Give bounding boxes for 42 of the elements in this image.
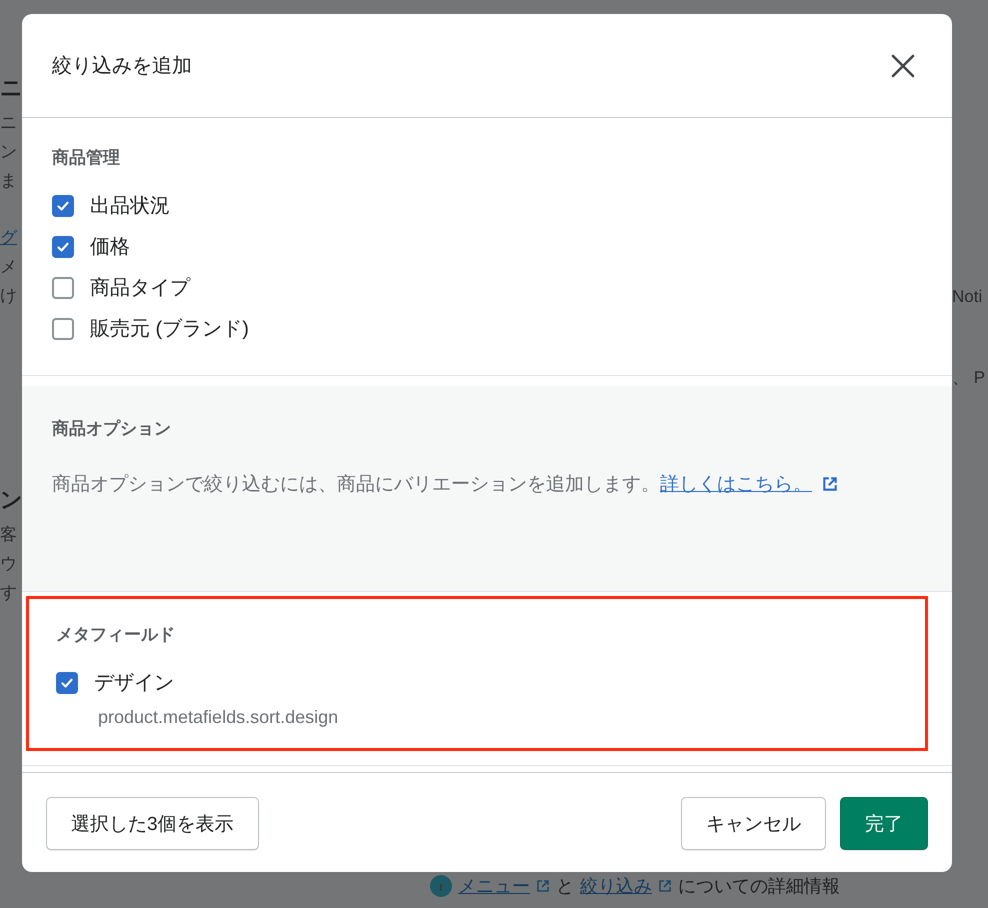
checkbox-label[interactable]: 商品タイプ <box>90 274 190 301</box>
external-link-icon <box>658 879 672 893</box>
section-heading: メタフィールド <box>56 624 176 646</box>
external-link-icon <box>536 879 550 893</box>
section-description: 商品オプションで絞り込むには、商品にバリエーションを追加します。詳しくはこちら。 <box>52 470 922 500</box>
dialog-title: 絞り込みを追加 <box>52 54 192 79</box>
info-icon <box>430 875 452 897</box>
show-selected-button[interactable]: 選択した3個を表示 <box>46 797 259 850</box>
checkbox[interactable] <box>56 672 78 694</box>
page-text: と <box>556 875 574 898</box>
page-text: メ <box>0 256 18 278</box>
page-text: 、 P <box>952 367 986 389</box>
page-text: についての詳細情報 <box>678 875 840 898</box>
learn-more-link[interactable]: 詳しくはこちら。 <box>660 474 838 495</box>
checkbox-label[interactable]: 価格 <box>90 233 130 260</box>
page-text: ン <box>0 141 18 163</box>
page-text: 客 <box>0 524 18 546</box>
page-text: け <box>0 285 18 307</box>
field-key: product.metafields.sort.design <box>98 707 898 728</box>
checkbox-label[interactable]: 販売元 (ブランド) <box>90 315 249 342</box>
checkbox[interactable] <box>52 236 74 258</box>
checkbox-label[interactable]: 出品状況 <box>90 192 170 219</box>
page-text: ウ <box>0 553 18 575</box>
page-text: す <box>0 582 18 604</box>
page-heading: ニ <box>0 74 22 102</box>
checkbox[interactable] <box>52 276 74 298</box>
page-text: ま <box>0 170 18 192</box>
checkmark-icon <box>56 198 70 212</box>
cancel-button[interactable]: キャンセル <box>681 797 826 850</box>
checkbox-label[interactable]: デザイン <box>94 669 174 696</box>
external-link-icon <box>822 476 838 492</box>
done-button[interactable]: 完了 <box>840 797 928 850</box>
checkmark-icon <box>60 676 74 690</box>
section-heading: 商品オプション <box>52 418 172 440</box>
checkbox[interactable] <box>52 194 74 216</box>
checkmark-icon <box>56 240 70 254</box>
page-text: ニ <box>0 112 18 134</box>
checkbox[interactable] <box>52 318 74 340</box>
page-heading: ン <box>0 486 22 514</box>
close-icon <box>890 52 916 78</box>
section-heading: 商品管理 <box>52 147 121 169</box>
page-text: Noti <box>952 286 984 308</box>
